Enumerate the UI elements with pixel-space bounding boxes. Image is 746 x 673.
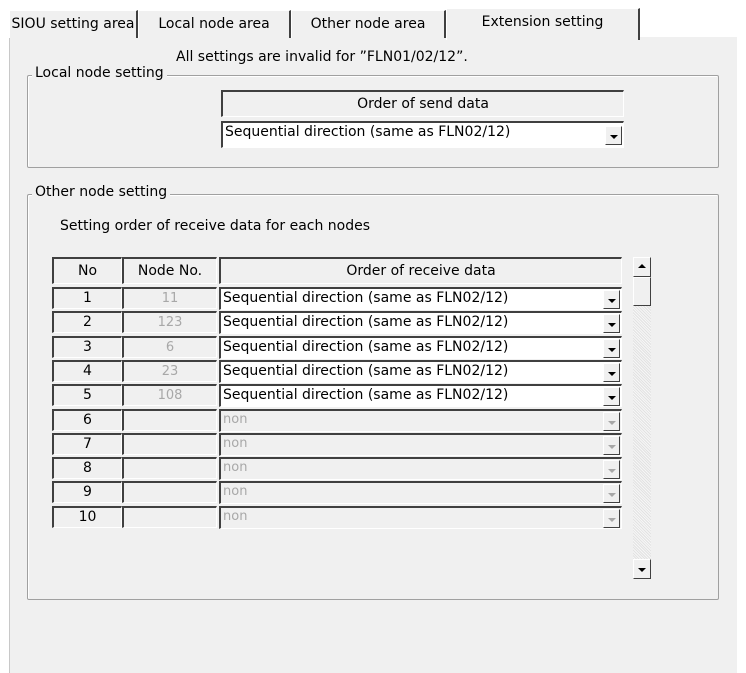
row-node-no xyxy=(122,433,217,455)
receive-order-select: non xyxy=(219,481,622,504)
scroll-down-icon[interactable] xyxy=(633,559,651,579)
chevron-down-icon xyxy=(603,436,620,455)
receive-order-select[interactable]: Sequential direction (same as FLN02/12) xyxy=(219,384,622,407)
receive-order-value: Sequential direction (same as FLN02/12) xyxy=(223,363,509,379)
row-no: 2 xyxy=(52,311,122,333)
row-node-no xyxy=(122,409,217,431)
send-order-header: Order of send data xyxy=(221,90,624,117)
row-node-no: 123 xyxy=(122,311,217,333)
receive-order-value: non xyxy=(223,412,248,427)
receive-order-value: non xyxy=(223,436,248,451)
receive-order-value: non xyxy=(223,484,248,499)
tab-local-node-area[interactable]: Local node area xyxy=(138,10,291,38)
row-no: 1 xyxy=(52,287,122,309)
tab-siou-setting-area[interactable]: SIOU setting area xyxy=(9,10,138,38)
chevron-down-icon[interactable] xyxy=(603,339,620,358)
receive-order-value: Sequential direction (same as FLN02/12) xyxy=(223,314,509,330)
row-no: 5 xyxy=(52,384,122,406)
row-node-no xyxy=(122,457,217,479)
chevron-down-icon xyxy=(603,484,620,503)
row-no: 8 xyxy=(52,457,122,479)
receive-order-select[interactable]: Sequential direction (same as FLN02/12) xyxy=(219,336,622,359)
chevron-down-icon[interactable] xyxy=(603,363,620,382)
row-node-no: 11 xyxy=(122,287,217,309)
chevron-down-icon[interactable] xyxy=(605,126,622,145)
chevron-down-icon[interactable] xyxy=(603,290,620,309)
tab-other-node-area[interactable]: Other node area xyxy=(291,10,446,38)
row-no: 7 xyxy=(52,433,122,455)
receive-order-value: Sequential direction (same as FLN02/12) xyxy=(223,290,509,306)
chevron-down-icon xyxy=(603,412,620,431)
receive-order-select: non xyxy=(219,506,622,529)
tab-extension-setting[interactable]: Extension setting xyxy=(446,8,640,40)
send-order-select[interactable]: Sequential direction (same as FLN02/12) xyxy=(221,121,624,148)
receive-order-value: Sequential direction (same as FLN02/12) xyxy=(223,339,509,355)
receive-order-select: non xyxy=(219,433,622,456)
receive-order-value: non xyxy=(223,509,248,524)
row-node-no: 108 xyxy=(122,384,217,406)
row-no: 4 xyxy=(52,360,122,382)
other-node-legend: Other node setting xyxy=(32,184,171,200)
row-node-no xyxy=(122,506,217,528)
row-node-no: 6 xyxy=(122,336,217,358)
chevron-down-icon xyxy=(603,509,620,528)
receive-order-select: non xyxy=(219,409,622,432)
receive-order-select[interactable]: Sequential direction (same as FLN02/12) xyxy=(219,360,622,383)
col-header-no: No xyxy=(52,257,122,284)
local-node-legend: Local node setting xyxy=(32,65,167,81)
col-header-node-no: Node No. xyxy=(122,257,217,284)
invalid-notice: All settings are invalid for ”FLN01/02/1… xyxy=(176,49,468,65)
chevron-down-icon[interactable] xyxy=(603,314,620,333)
receive-order-caption: Setting order of receive data for each n… xyxy=(60,218,371,234)
table-scrollbar[interactable] xyxy=(633,257,651,579)
scroll-up-icon[interactable] xyxy=(633,257,651,277)
receive-order-select[interactable]: Sequential direction (same as FLN02/12) xyxy=(219,287,622,310)
row-node-no xyxy=(122,481,217,503)
chevron-down-icon xyxy=(603,460,620,479)
chevron-down-icon[interactable] xyxy=(603,387,620,406)
row-no: 6 xyxy=(52,409,122,431)
send-order-value: Sequential direction (same as FLN02/12) xyxy=(225,124,511,140)
receive-order-value: Sequential direction (same as FLN02/12) xyxy=(223,387,509,403)
row-no: 3 xyxy=(52,336,122,358)
col-header-order: Order of receive data xyxy=(219,257,622,284)
row-node-no: 23 xyxy=(122,360,217,382)
scroll-thumb[interactable] xyxy=(633,277,651,306)
row-no: 9 xyxy=(52,481,122,503)
receive-order-value: non xyxy=(223,460,248,475)
row-no: 10 xyxy=(52,506,122,528)
receive-order-select[interactable]: Sequential direction (same as FLN02/12) xyxy=(219,311,622,334)
receive-order-select: non xyxy=(219,457,622,480)
